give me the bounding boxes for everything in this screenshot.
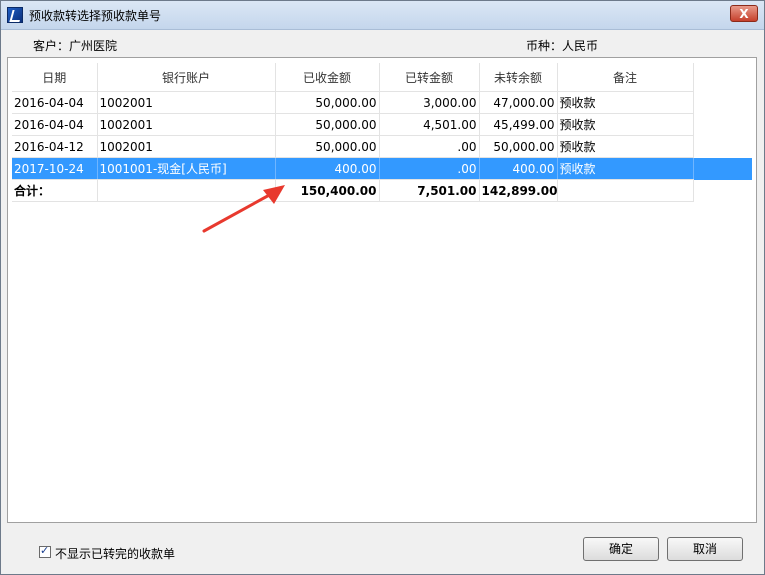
dialog-window: 预收款转选择预收款单号 X 客户：广州医院 币种：人民币 日期 银行账户 已收金… xyxy=(0,0,765,575)
column-header-remaining[interactable]: 未转余额 xyxy=(479,63,558,92)
currency-label: 币种：人民币 xyxy=(526,39,599,53)
header-filler xyxy=(693,63,752,92)
total-label: 合计： xyxy=(12,179,98,202)
total-transferred: 7,501.00 xyxy=(379,179,480,202)
cell-received: 400.00 xyxy=(275,157,380,180)
app-logo-icon xyxy=(7,7,23,23)
cell-transferred: .00 xyxy=(379,157,480,180)
cell-remaining: 400.00 xyxy=(479,157,558,180)
cell-transferred: 4,501.00 xyxy=(379,113,480,136)
cell-transferred: .00 xyxy=(379,135,480,158)
column-header-transferred[interactable]: 已转金额 xyxy=(379,63,480,92)
cell-received: 50,000.00 xyxy=(275,113,380,136)
cell-date: 2016-04-04 xyxy=(12,91,98,114)
close-button[interactable]: X xyxy=(730,5,758,22)
row-filler xyxy=(693,157,752,180)
window-title: 预收款转选择预收款单号 xyxy=(29,9,162,23)
cell-received: 50,000.00 xyxy=(275,91,380,114)
total-remaining: 142,899.00 xyxy=(479,179,558,202)
row-filler xyxy=(693,136,752,158)
cancel-button[interactable]: 取消 xyxy=(667,537,743,561)
total-row: 合计： 150,400.00 7,501.00 142,899.00 xyxy=(12,179,752,202)
ok-button[interactable]: 确定 xyxy=(583,537,659,561)
table-row[interactable]: 2016-04-04 1002001 50,000.00 3,000.00 47… xyxy=(12,91,752,114)
column-header-date[interactable]: 日期 xyxy=(12,63,98,92)
cell-remaining: 50,000.00 xyxy=(479,135,558,158)
row-filler xyxy=(693,114,752,136)
cell-note: 预收款 xyxy=(557,113,694,136)
column-header-bank-account[interactable]: 银行账户 xyxy=(97,63,276,92)
row-filler xyxy=(693,92,752,114)
cell-date: 2017-10-24 xyxy=(12,157,98,180)
title-bar[interactable]: 预收款转选择预收款单号 X xyxy=(1,1,764,30)
cell-account: 1001001-现金[人民币] xyxy=(97,157,276,180)
table-row[interactable]: 2016-04-04 1002001 50,000.00 4,501.00 45… xyxy=(12,113,752,136)
cell-note: 预收款 xyxy=(557,157,694,180)
row-filler xyxy=(693,180,752,202)
cell-account: 1002001 xyxy=(97,91,276,114)
receipts-table: 日期 银行账户 已收金额 已转金额 未转余额 备注 2016-04-04 100… xyxy=(12,63,752,202)
column-header-note[interactable]: 备注 xyxy=(557,63,694,92)
table-row-selected[interactable]: 2017-10-24 1001001-现金[人民币] 400.00 .00 40… xyxy=(12,157,752,180)
hide-transferred-label[interactable]: 不显示已转完的收款单 xyxy=(55,545,175,562)
table-header: 日期 银行账户 已收金额 已转金额 未转余额 备注 xyxy=(12,63,752,92)
cell-date: 2016-04-04 xyxy=(12,113,98,136)
customer-label: 客户：广州医院 xyxy=(33,39,118,53)
total-note-empty xyxy=(557,179,694,202)
cell-account: 1002001 xyxy=(97,113,276,136)
annotation-arrow-icon xyxy=(202,185,285,233)
cell-received: 50,000.00 xyxy=(275,135,380,158)
table-row[interactable]: 2016-04-12 1002001 50,000.00 .00 50,000.… xyxy=(12,135,752,158)
cell-account: 1002001 xyxy=(97,135,276,158)
hide-transferred-checkbox[interactable] xyxy=(39,544,51,558)
cell-note: 预收款 xyxy=(557,135,694,158)
cell-transferred: 3,000.00 xyxy=(379,91,480,114)
cell-date: 2016-04-12 xyxy=(12,135,98,158)
receipts-grid[interactable]: 日期 银行账户 已收金额 已转金额 未转余额 备注 2016-04-04 100… xyxy=(7,57,757,523)
cell-remaining: 47,000.00 xyxy=(479,91,558,114)
column-header-received[interactable]: 已收金额 xyxy=(275,63,380,92)
cell-note: 预收款 xyxy=(557,91,694,114)
cell-remaining: 45,499.00 xyxy=(479,113,558,136)
